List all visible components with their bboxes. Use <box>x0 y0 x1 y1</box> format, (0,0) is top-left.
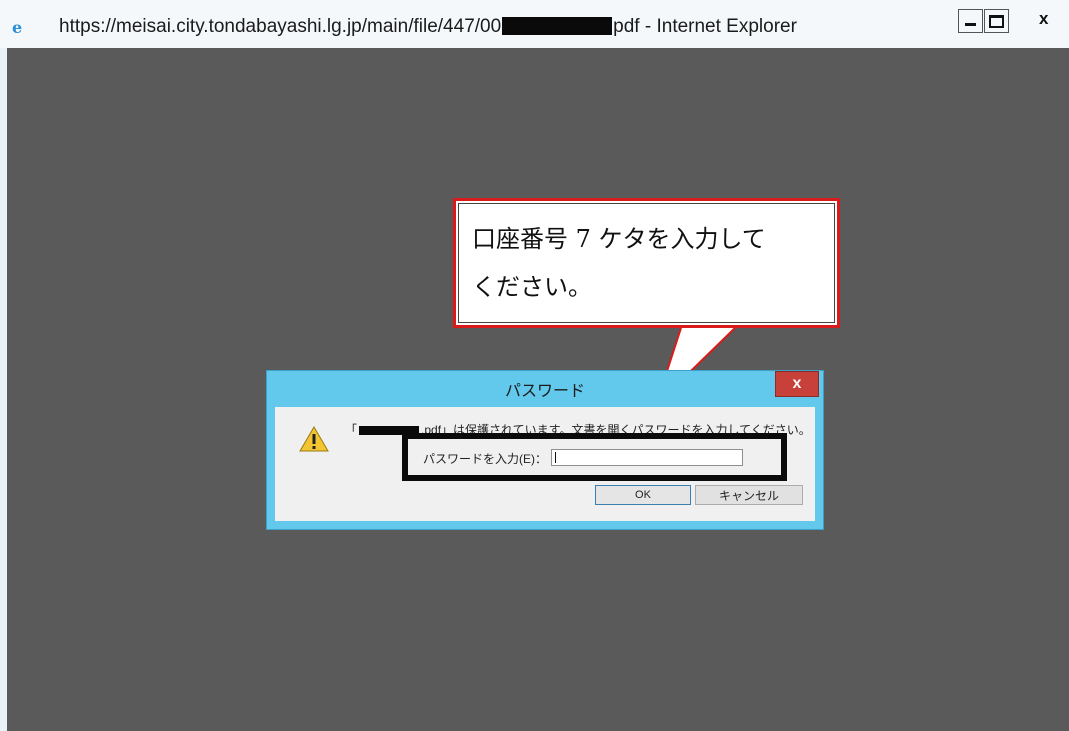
window-title: https://meisai.city.tondabayashi.lg.jp/m… <box>59 16 797 38</box>
warning-icon <box>299 426 329 452</box>
dialog-close-button[interactable]: x <box>775 371 819 397</box>
ie-logo-icon: e <box>12 18 23 37</box>
window-title-bar: e https://meisai.city.tondabayashi.lg.jp… <box>0 0 1069 48</box>
url-prefix: https://meisai.city.tondabayashi.lg.jp/m… <box>59 16 502 37</box>
callout-text: 口座番号 7 ケタを入力して ください。 <box>472 215 827 311</box>
maximize-icon <box>989 14 1004 28</box>
instruction-callout: 口座番号 7 ケタを入力して ください。 <box>453 198 840 328</box>
maximize-button[interactable] <box>984 9 1009 33</box>
password-highlight-box <box>402 433 787 481</box>
dialog-title: パスワード <box>504 383 585 400</box>
url-suffix: pdf - Internet Explorer <box>613 16 797 37</box>
redaction-bar <box>502 17 613 35</box>
ok-button[interactable]: OK <box>595 485 691 505</box>
callout-line-2: ください。 <box>472 273 592 301</box>
cancel-button[interactable]: キャンセル <box>695 485 803 505</box>
minimize-button[interactable] <box>958 9 983 33</box>
minimize-icon <box>965 22 976 26</box>
message-open-quote: 「 <box>345 423 358 437</box>
callout-line-1: 口座番号 7 ケタを入力して <box>472 225 766 253</box>
window-close-button[interactable]: x <box>1039 9 1048 29</box>
